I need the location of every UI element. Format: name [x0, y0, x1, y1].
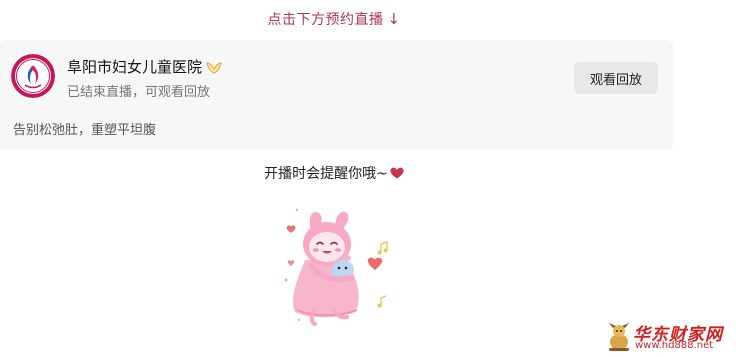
site-watermark: 华东财家网 www.hd888.net: [605, 320, 733, 354]
hospital-name-row: 阜阳市妇女儿童医院: [67, 56, 222, 77]
heart-icon: [390, 167, 404, 179]
reminder-row: 开播时会提醒你哦~: [0, 163, 668, 183]
watermark-url: www.hd888.net: [635, 340, 714, 351]
pink-mascot-illustration: [277, 200, 397, 330]
verified-badge-icon: [206, 60, 222, 74]
reserve-live-hint: 点击下方预约直播 ↓: [0, 9, 668, 29]
live-status-text: 已结束直播，可观看回放: [67, 85, 211, 100]
watermark-mascot-icon: [605, 322, 633, 352]
down-arrow-icon: ↓: [387, 10, 401, 28]
reminder-text: 开播时会提醒你哦~: [264, 166, 388, 182]
hospital-name: 阜阳市妇女儿童医院: [67, 58, 203, 76]
live-title: 告别松弛肚，重塑平坦腹: [13, 123, 157, 138]
reserve-live-hint-text: 点击下方预约直播: [267, 12, 384, 28]
watch-replay-button[interactable]: 观看回放: [574, 62, 658, 94]
hospital-logo-icon: [11, 54, 55, 98]
live-card[interactable]: 阜阳市妇女儿童医院 已结束直播，可观看回放 观看回放 告别松弛肚，重塑平坦腹: [0, 40, 674, 150]
